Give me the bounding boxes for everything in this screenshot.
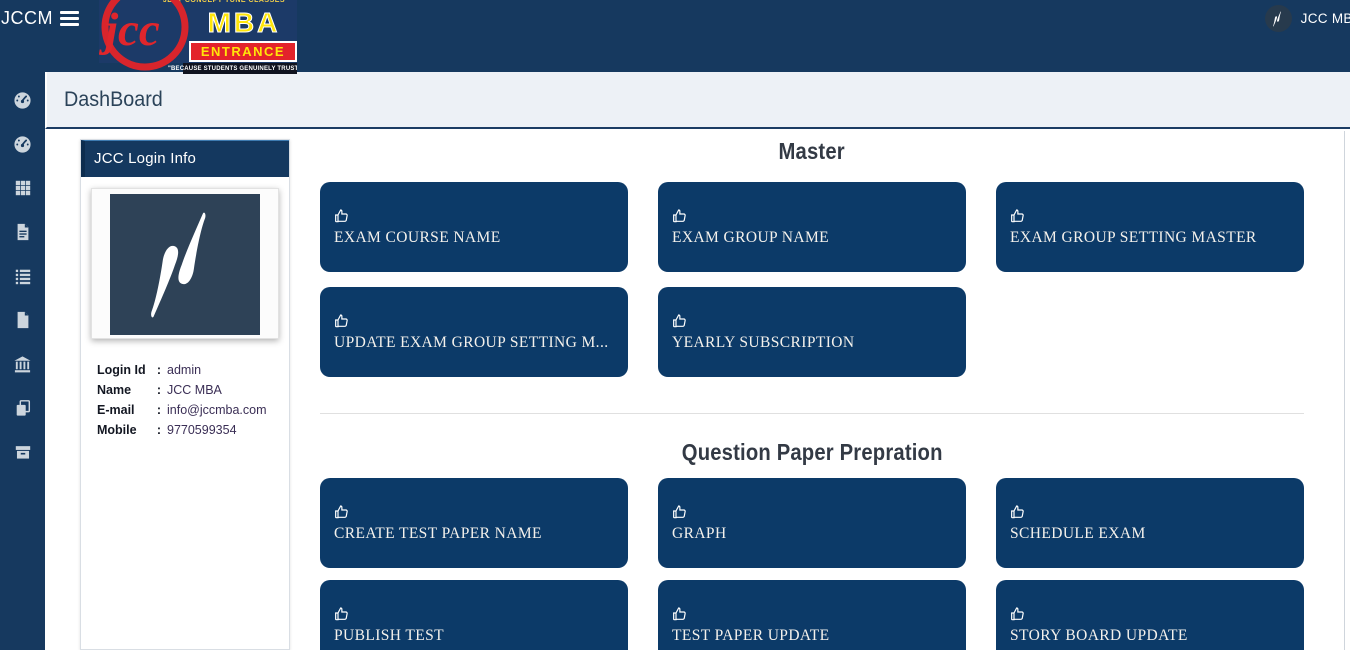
sidebar-item-dashboard-2[interactable] xyxy=(0,122,45,166)
field-label: E-mail xyxy=(97,400,151,420)
question-paper-button-grid: CREATE TEST PAPER NAME GRAPH SCHEDULE EX… xyxy=(320,478,1304,650)
login-field-row: Login Id : admin xyxy=(97,360,277,380)
field-separator: : xyxy=(151,360,167,380)
yearly-subscription-button[interactable]: YEARLY SUBSCRIPTION xyxy=(658,287,966,377)
exam-course-name-button[interactable]: EXAM COURSE NAME xyxy=(320,182,628,272)
login-panel-title: JCC Login Info xyxy=(81,140,289,177)
jcc-logo-mark-icon xyxy=(129,209,241,321)
field-label: Login Id xyxy=(97,360,151,380)
tachometer-icon xyxy=(13,135,32,154)
logo-mba-text: MBA xyxy=(191,7,297,39)
tachometer-icon xyxy=(13,91,32,110)
content-right-border xyxy=(1344,131,1345,650)
profile-image xyxy=(110,194,260,335)
login-field-row: E-mail : info@jccmba.com xyxy=(97,400,277,420)
thumbs-up-icon xyxy=(334,606,614,622)
sidebar-item-archive[interactable] xyxy=(0,430,45,474)
button-label: CREATE TEST PAPER NAME xyxy=(334,525,614,543)
thumbs-up-icon xyxy=(1010,208,1290,224)
thumbs-up-icon xyxy=(672,606,952,622)
section-title-master: Master xyxy=(320,135,1304,168)
thumbs-up-icon xyxy=(1010,606,1290,622)
thumbs-up-icon xyxy=(1010,504,1290,520)
login-info-panel: JCC Login Info Login Id : admin Name : xyxy=(80,139,290,650)
field-separator: : xyxy=(151,380,167,400)
user-chip[interactable]: JCC MBA xyxy=(1265,5,1350,32)
list-icon xyxy=(14,267,32,285)
publish-test-button[interactable]: PUBLISH TEST xyxy=(320,580,628,650)
sidebar xyxy=(0,72,45,650)
field-label: Name xyxy=(97,380,151,400)
dashboard-cards-area: Master EXAM COURSE NAME EXAM GROUP NAME … xyxy=(320,131,1304,650)
user-avatar-icon xyxy=(1265,5,1292,32)
jcc-mba-logo: JEET CONCEPT TUNE CLASSES jcc MBA ENTRAN… xyxy=(99,0,297,75)
thumbs-up-icon xyxy=(334,208,614,224)
field-value: JCC MBA xyxy=(167,380,222,400)
grid-icon xyxy=(14,179,32,197)
button-label: GRAPH xyxy=(672,525,952,543)
sidebar-item-documents[interactable] xyxy=(0,210,45,254)
sidebar-item-copy[interactable] xyxy=(0,386,45,430)
login-field-row: Mobile : 9770599354 xyxy=(97,420,277,440)
page-header: DashBoard xyxy=(45,72,1350,129)
graph-button[interactable]: GRAPH xyxy=(658,478,966,568)
exam-group-name-button[interactable]: EXAM GROUP NAME xyxy=(658,182,966,272)
hamburger-menu-icon[interactable] xyxy=(60,11,79,27)
field-value: 9770599354 xyxy=(167,420,237,440)
main-content: DashBoard JCC Login Info Login Id : admi… xyxy=(45,72,1350,650)
copy-icon xyxy=(14,399,32,417)
bank-icon xyxy=(13,355,32,374)
story-board-update-button[interactable]: STORY BOARD UPDATE xyxy=(996,580,1304,650)
button-label: UPDATE EXAM GROUP SETTING M... xyxy=(334,334,614,352)
button-label: EXAM GROUP NAME xyxy=(672,229,952,247)
button-label: EXAM GROUP SETTING MASTER xyxy=(1010,229,1290,247)
thumbs-up-icon xyxy=(672,504,952,520)
logo-entrance-banner: ENTRANCE xyxy=(189,41,297,62)
button-label: STORY BOARD UPDATE xyxy=(1010,627,1290,645)
field-separator: : xyxy=(151,420,167,440)
sidebar-item-institution[interactable] xyxy=(0,342,45,386)
test-paper-update-button[interactable]: TEST PAPER UPDATE xyxy=(658,580,966,650)
section-title-question-paper: Question Paper Prepration xyxy=(320,436,1304,469)
archive-icon xyxy=(14,443,32,461)
master-button-grid: EXAM COURSE NAME EXAM GROUP NAME EXAM GR… xyxy=(320,182,1304,377)
button-label: SCHEDULE EXAM xyxy=(1010,525,1290,543)
file-icon xyxy=(14,311,32,329)
button-label: TEST PAPER UPDATE xyxy=(672,627,952,645)
page-title: DashBoard xyxy=(64,88,163,112)
topbar: JCCM JEET CONCEPT TUNE CLASSES jcc MBA E… xyxy=(0,0,1350,72)
logo-tagline: "BECAUSE STUDENTS GENUINELY TRUST US" xyxy=(183,63,297,74)
thumbs-up-icon xyxy=(334,313,614,329)
thumbs-up-icon xyxy=(672,313,952,329)
content-body: JCC Login Info Login Id : admin Name : xyxy=(45,131,1350,650)
button-label: EXAM COURSE NAME xyxy=(334,229,614,247)
sidebar-item-list[interactable] xyxy=(0,254,45,298)
login-field-row: Name : JCC MBA xyxy=(97,380,277,400)
thumbs-up-icon xyxy=(334,504,614,520)
sidebar-item-file[interactable] xyxy=(0,298,45,342)
user-name: JCC MBA xyxy=(1301,11,1350,26)
button-label: YEARLY SUBSCRIPTION xyxy=(672,334,952,352)
sidebar-item-modules[interactable] xyxy=(0,166,45,210)
field-separator: : xyxy=(151,400,167,420)
app-root: JCCM JEET CONCEPT TUNE CLASSES jcc MBA E… xyxy=(0,0,1350,650)
button-label: PUBLISH TEST xyxy=(334,627,614,645)
sidebar-item-dashboard-1[interactable] xyxy=(0,78,45,122)
section-divider xyxy=(320,413,1304,414)
profile-image-frame xyxy=(91,188,279,339)
file-text-icon xyxy=(14,223,32,241)
field-value: admin xyxy=(167,360,201,380)
field-value: info@jccmba.com xyxy=(167,400,267,420)
logo-jcc-script: jcc xyxy=(105,0,160,60)
create-test-paper-name-button[interactable]: CREATE TEST PAPER NAME xyxy=(320,478,628,568)
update-exam-group-setting-button[interactable]: UPDATE EXAM GROUP SETTING M... xyxy=(320,287,628,377)
schedule-exam-button[interactable]: SCHEDULE EXAM xyxy=(996,478,1304,568)
exam-group-setting-master-button[interactable]: EXAM GROUP SETTING MASTER xyxy=(996,182,1304,272)
thumbs-up-icon xyxy=(672,208,952,224)
field-label: Mobile xyxy=(97,420,151,440)
brand-jccm[interactable]: JCCM xyxy=(1,8,53,29)
login-fields: Login Id : admin Name : JCC MBA E-mail :… xyxy=(97,360,277,440)
